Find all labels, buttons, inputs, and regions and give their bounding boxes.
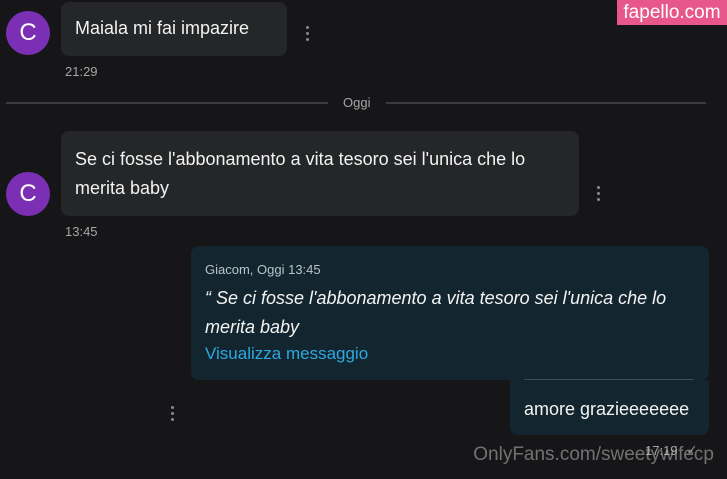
message-bubble[interactable]: Maiala mi fai impazire: [61, 2, 287, 56]
watermark-fapello: fapello.com: [617, 0, 727, 25]
message-time: 21:29: [65, 64, 98, 79]
watermark-onlyfans: OnlyFans.com/sweetywifecp: [473, 444, 714, 465]
avatar[interactable]: C: [6, 172, 50, 216]
message-bubble[interactable]: Se ci fosse l'abbonamento a vita tesoro …: [61, 131, 579, 216]
message-text: Maiala mi fai impazire: [75, 18, 250, 38]
quote-sender-time: Giacom, Oggi 13:45: [205, 262, 321, 277]
date-divider-label: Oggi: [343, 95, 371, 110]
kebab-menu-icon[interactable]: [596, 186, 600, 201]
avatar-initial: C: [19, 180, 37, 207]
message-time: 13:45: [65, 224, 98, 239]
avatar[interactable]: C: [6, 11, 50, 55]
divider-line-right: [386, 102, 706, 104]
kebab-menu-icon[interactable]: [305, 26, 309, 41]
divider-line-left: [6, 102, 328, 104]
message-text: Se ci fosse l'abbonamento a vita tesoro …: [75, 149, 526, 198]
view-message-link[interactable]: Visualizza messaggio: [205, 344, 368, 364]
avatar-initial: C: [19, 19, 37, 46]
quoted-message-block[interactable]: Giacom, Oggi 13:45 “ Se ci fosse l'abbon…: [191, 246, 709, 380]
reply-separator: [524, 379, 694, 380]
quote-text: “ Se ci fosse l'abbonamento a vita tesor…: [205, 288, 667, 337]
reply-text: amore grazieeeeeee: [524, 399, 690, 419]
kebab-menu-icon[interactable]: [170, 406, 174, 421]
reply-bubble[interactable]: amore grazieeeeeee: [510, 379, 709, 435]
